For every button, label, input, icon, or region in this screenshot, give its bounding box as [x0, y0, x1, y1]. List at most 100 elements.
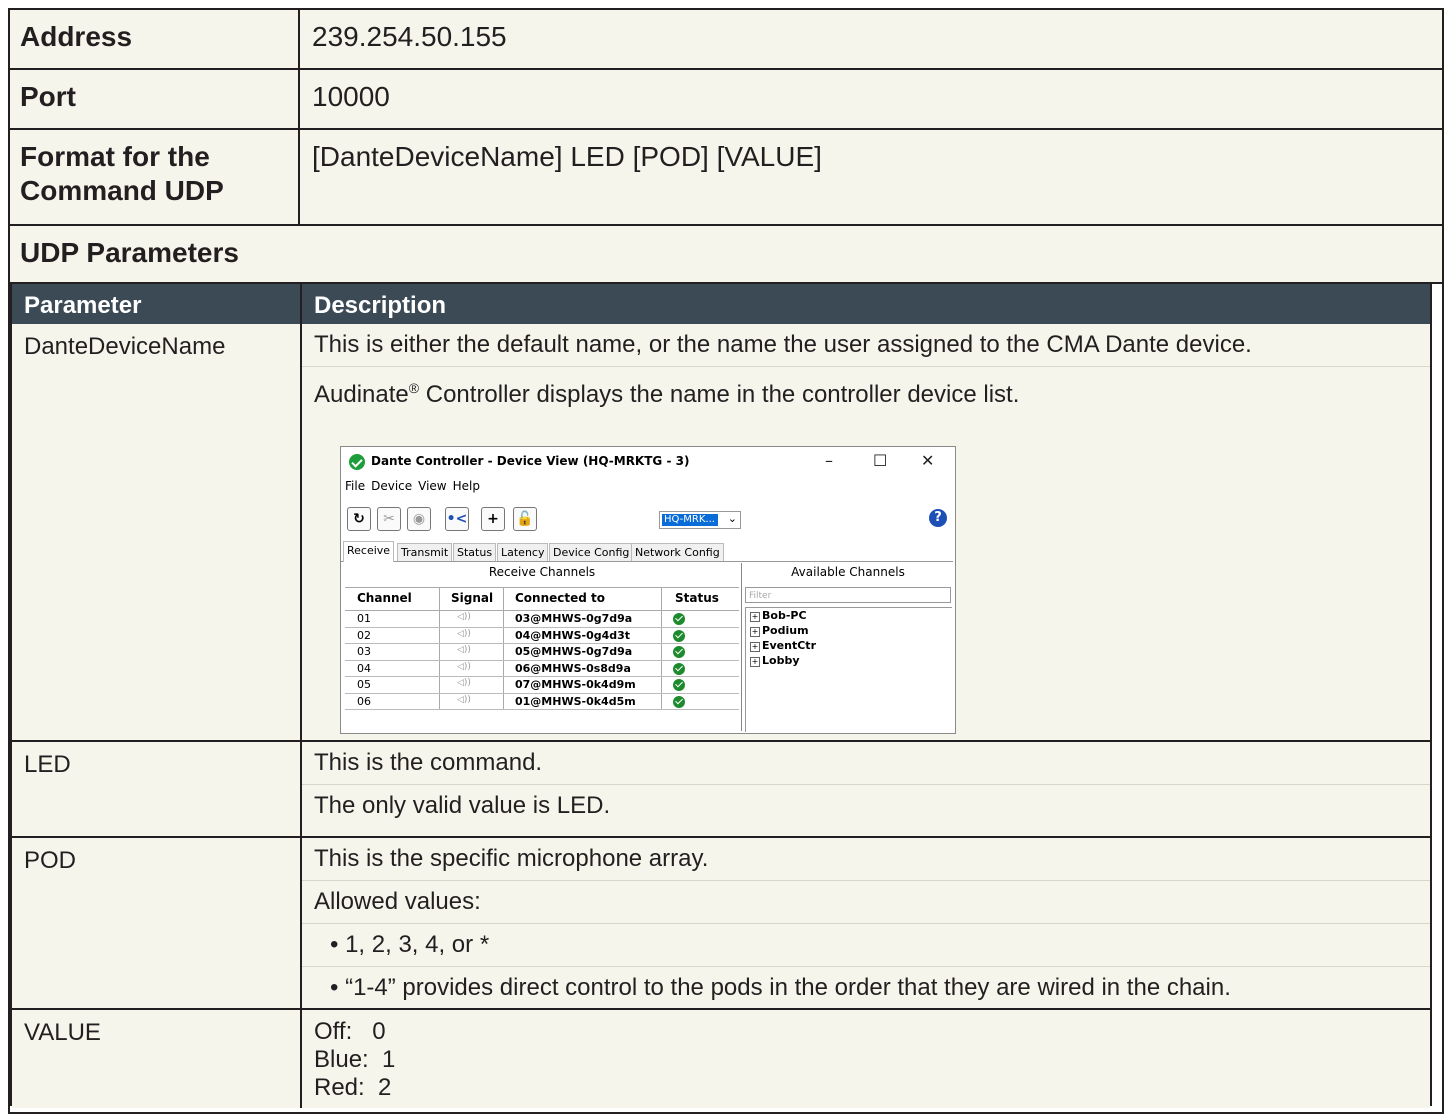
tab-receive[interactable]: Receive	[343, 541, 395, 562]
bullet-item: • “1-4” provides direct control to the p…	[330, 974, 1231, 1001]
description-line: Allowed values:	[302, 881, 1430, 924]
connected-to: 01@MHWS-0k4d5m	[515, 694, 636, 708]
channel-row[interactable]: 05 ◁)) 07@MHWS-0k4d9m	[345, 677, 739, 694]
close-icon[interactable]: ✕	[921, 451, 934, 470]
tab-bar: Receive Transmit Status Latency Device C…	[341, 541, 953, 562]
channel-number: 03	[357, 645, 371, 658]
channel-row[interactable]: 02 ◁)) 04@MHWS-0g4d3t	[345, 627, 739, 644]
channel-row[interactable]: 04 ◁)) 06@MHWS-0s8d9a	[345, 660, 739, 677]
lock-icon[interactable]: 🔓	[513, 507, 537, 531]
col-channel[interactable]: Channel	[357, 591, 412, 605]
description-header: Description	[314, 292, 447, 319]
value-line: Blue: 1	[314, 1046, 396, 1073]
param-description: Off: 0 Blue: 1 Red: 2	[302, 1010, 1430, 1102]
menu-file[interactable]: File	[345, 479, 365, 493]
status-ok-icon	[673, 646, 685, 658]
filter-input[interactable]: Filter	[745, 587, 951, 603]
connected-to: 03@MHWS-0g7d9a	[515, 612, 633, 625]
signal-icon: ◁))	[457, 645, 471, 655]
tab-status[interactable]: Status	[453, 543, 497, 561]
device-name: Lobby	[762, 654, 800, 667]
available-device-node[interactable]: + EventCtr	[746, 638, 952, 653]
help-icon[interactable]: ?	[929, 509, 947, 527]
signal-icon: ◁))	[457, 661, 471, 672]
document-page: Address 239.254.50.155 Port 10000 Format…	[0, 0, 1447, 1118]
bullet-item: • 1, 2, 3, 4, or *	[302, 924, 1430, 967]
channel-row[interactable]: 06 ◁)) 01@MHWS-0k4d5m	[345, 693, 739, 710]
menu-bar: File Device View Help	[341, 479, 482, 499]
toolbar: ↻ ✂ ◉ •< + 🔓 HQ-MRK... ⌄ ?	[341, 503, 953, 535]
address-value: 239.254.50.155	[312, 21, 507, 52]
device-select[interactable]: HQ-MRK... ⌄	[659, 511, 741, 529]
expand-node-icon[interactable]: +	[750, 642, 760, 652]
menu-device[interactable]: Device	[371, 479, 412, 493]
expand-node-icon[interactable]: +	[750, 612, 760, 622]
format-label: Format for the Command UDP	[10, 130, 300, 224]
status-ok-icon	[673, 662, 685, 675]
address-row: Address 239.254.50.155	[10, 10, 1442, 70]
menu-help[interactable]: Help	[453, 479, 480, 493]
value-line: Red: 2	[314, 1074, 392, 1101]
port-label: Port	[10, 70, 300, 128]
receive-channels-title: Receive Channels	[488, 565, 596, 579]
port-row: Port 10000	[10, 70, 1442, 130]
signal-icon: ◁))	[457, 612, 471, 622]
address-label: Address	[10, 10, 300, 68]
tab-network-config[interactable]: Network Config	[631, 543, 724, 561]
dante-logo-icon	[349, 454, 365, 470]
signal-icon: ◁))	[457, 694, 471, 705]
tab-device-config[interactable]: Device Config	[549, 543, 634, 561]
device-name: Bob-PC	[762, 609, 807, 622]
description-line: The only valid value is LED.	[314, 792, 611, 819]
receive-channels-panel: Receive Channels Channel Signal Connecte…	[343, 563, 742, 731]
tools-icon[interactable]: ✂	[377, 507, 401, 531]
param-description: This is the command. The only valid valu…	[302, 742, 1430, 827]
expand-node-icon[interactable]: +	[750, 657, 760, 667]
menu-view[interactable]: View	[418, 479, 446, 493]
available-device-node[interactable]: + Lobby	[746, 653, 952, 668]
device-name: Podium	[762, 624, 809, 637]
channel-number: 02	[357, 628, 371, 642]
connected-to: 04@MHWS-0g4d3t	[515, 628, 631, 642]
window-title: Dante Controller - Device View (HQ-MRKTG…	[371, 454, 690, 468]
expand-node-icon[interactable]: +	[750, 627, 760, 637]
param-row-value: VALUE Off: 0 Blue: 1 Red: 2	[12, 1008, 1430, 1108]
dante-controller-screenshot: Dante Controller - Device View (HQ-MRKTG…	[340, 446, 956, 734]
signal-icon: ◁))	[457, 628, 471, 639]
param-name: DanteDeviceName	[24, 333, 226, 360]
window-titlebar: Dante Controller - Device View (HQ-MRKTG…	[341, 447, 953, 477]
device-select-value: HQ-MRK...	[662, 514, 718, 526]
udp-parameters-title: UDP Parameters	[20, 237, 239, 268]
eye-icon[interactable]: ◉	[407, 507, 431, 531]
available-device-node[interactable]: + Bob-PC	[746, 608, 952, 623]
param-description: This is the specific microphone array. A…	[302, 838, 1430, 1009]
parameter-header: Parameter	[24, 292, 142, 319]
col-signal[interactable]: Signal	[451, 591, 493, 605]
available-device-node[interactable]: + Podium	[746, 623, 952, 638]
channel-row[interactable]: 01 ◁)) 03@MHWS-0g7d9a	[345, 611, 739, 628]
status-ok-icon	[673, 629, 685, 642]
expand-icon[interactable]: +	[481, 507, 505, 531]
channel-number: 05	[357, 678, 371, 691]
connected-to: 07@MHWS-0k4d9m	[515, 678, 636, 691]
col-status[interactable]: Status	[675, 591, 719, 605]
status-ok-icon	[673, 613, 685, 625]
channel-number: 04	[357, 661, 371, 675]
refresh-icon[interactable]: ↻	[347, 507, 371, 531]
udp-parameters-row: UDP Parameters	[10, 226, 1442, 284]
format-row: Format for the Command UDP [DanteDeviceN…	[10, 130, 1442, 226]
col-connected-to[interactable]: Connected to	[515, 591, 605, 605]
device-name: EventCtr	[762, 639, 816, 652]
description-line: This is the command.	[302, 742, 1430, 785]
channel-row[interactable]: 03 ◁)) 05@MHWS-0g7d9a	[345, 644, 739, 661]
tab-transmit[interactable]: Transmit	[397, 543, 453, 561]
available-channels-title: Available Channels	[791, 565, 905, 579]
maximize-icon[interactable]: ☐	[873, 451, 887, 470]
status-ok-icon	[673, 679, 685, 691]
minimize-icon[interactable]: –	[825, 451, 833, 470]
description-line: This is the specific microphone array.	[302, 838, 1430, 881]
network-icon[interactable]: •<	[445, 507, 469, 531]
tab-latency[interactable]: Latency	[497, 543, 549, 561]
description-line: This is either the default name, or the …	[302, 324, 1430, 367]
connected-to: 05@MHWS-0g7d9a	[515, 645, 633, 658]
